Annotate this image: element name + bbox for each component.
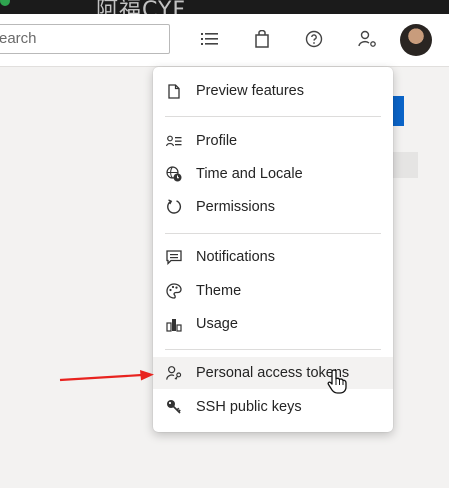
- search-input[interactable]: earch: [0, 24, 170, 54]
- chat-icon: [166, 249, 182, 265]
- menu-item-personal-access-tokens[interactable]: Personal access tokens: [153, 357, 393, 389]
- menu-divider: [165, 349, 381, 350]
- chart-icon: [166, 316, 182, 332]
- menu-divider: [165, 116, 381, 117]
- menu-item-preview-features[interactable]: Preview features: [153, 75, 393, 107]
- globe-clock-icon: [166, 166, 182, 182]
- refresh-icon: [166, 199, 182, 215]
- menu-item-ssh-public-keys[interactable]: SSH public keys: [153, 391, 393, 423]
- menu-item-time-and-locale[interactable]: Time and Locale: [153, 158, 393, 190]
- user-settings-icon[interactable]: [356, 27, 380, 51]
- document-icon: [166, 83, 182, 99]
- profile-icon: [166, 133, 182, 149]
- menu-item-usage[interactable]: Usage: [153, 308, 393, 340]
- menu-item-label: Permissions: [196, 199, 275, 215]
- background-panel-edge: [393, 152, 418, 178]
- menu-item-permissions[interactable]: Permissions: [153, 191, 393, 223]
- user-settings-menu: Preview features Profile Time and Locale…: [153, 67, 393, 432]
- menu-item-label: Preview features: [196, 83, 304, 99]
- hand-cursor-icon: [327, 369, 347, 394]
- menu-item-label: Theme: [196, 283, 242, 299]
- menu-item-label: SSH public keys: [196, 399, 302, 415]
- user-key-icon: [166, 365, 182, 381]
- menu-item-label: Profile: [196, 133, 238, 149]
- menu-item-label: Time and Locale: [196, 166, 303, 182]
- watermark: 阿福CYF: [96, 0, 187, 14]
- palette-icon: [166, 283, 182, 299]
- help-icon[interactable]: [302, 27, 326, 51]
- menu-item-theme[interactable]: Theme: [153, 275, 393, 307]
- status-dot: [0, 0, 10, 6]
- avatar[interactable]: [400, 24, 432, 56]
- menu-item-label: Notifications: [196, 249, 275, 265]
- top-header: earch: [0, 14, 449, 67]
- key-icon: [166, 399, 182, 415]
- window-top-strip: 阿福CYF: [0, 0, 449, 14]
- shopping-bag-icon[interactable]: [250, 27, 274, 51]
- menu-item-profile[interactable]: Profile: [153, 125, 393, 157]
- annotation-arrow: [59, 370, 154, 382]
- menu-item-label: Usage: [196, 316, 238, 332]
- list-icon[interactable]: [198, 27, 222, 51]
- menu-item-notifications[interactable]: Notifications: [153, 241, 393, 273]
- menu-divider: [165, 233, 381, 234]
